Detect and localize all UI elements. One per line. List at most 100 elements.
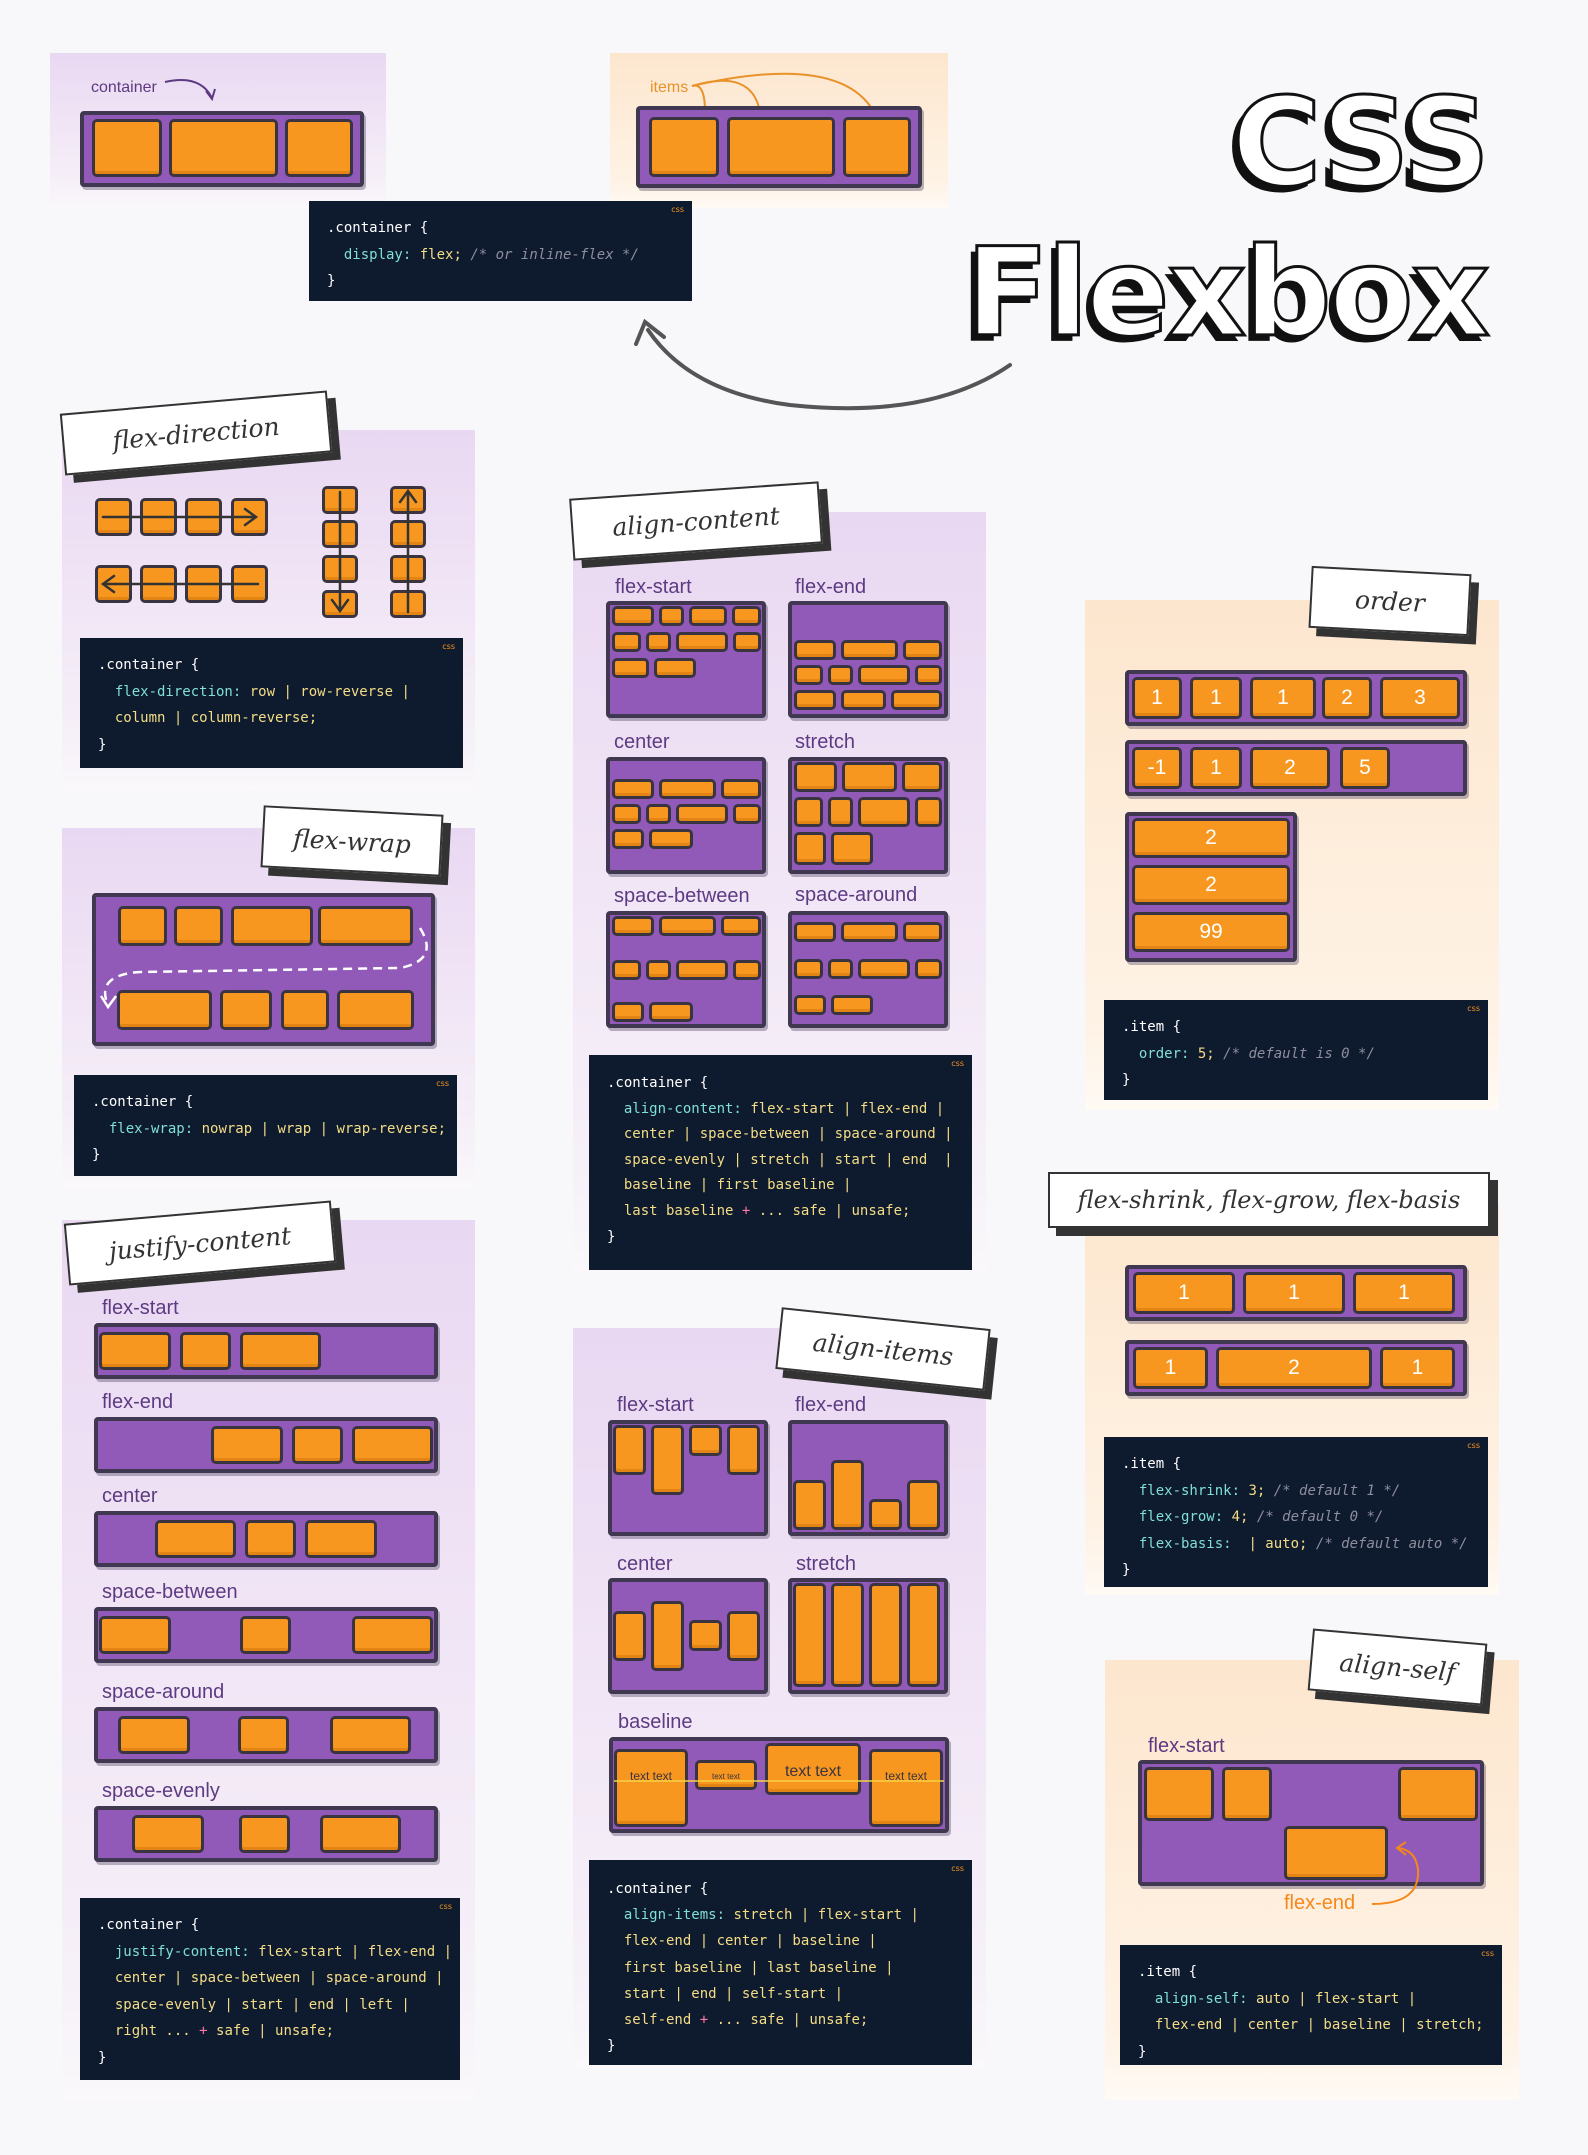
ac-item [612,804,641,824]
fw-item [337,990,414,1030]
jc-item [180,1332,231,1370]
ac-item [831,995,873,1015]
order-code: css .item { order: 5; /* default is 0 */ … [1104,1000,1488,1100]
ai-item [651,1601,684,1671]
align-content-code: css .container { align-content: flex-star… [589,1055,972,1270]
ac-item [646,804,671,824]
jc-item [352,1616,433,1654]
intro-item [843,117,911,177]
align-self-label-end: flex-end [1284,1892,1356,1914]
ac-item [676,960,728,980]
ai-baseline-item: text text [869,1749,943,1827]
ai-item [831,1583,864,1687]
ac-item [612,632,641,652]
fw-item [118,906,167,946]
order-item: 2 [1132,865,1290,905]
jc-label-space-evenly: space-evenly [102,1780,220,1802]
order-heading: order [1308,565,1472,637]
ai-item [613,1611,646,1661]
flex-end-arrow [1371,1841,1420,1905]
flex-wrap-code: css .container { flex-wrap: nowrap | wrap… [74,1075,457,1176]
jc-item [330,1716,411,1754]
ac-label-space-between: space-between [614,885,750,907]
ac-item [659,606,684,626]
ac-item [732,606,761,626]
ac-item [612,779,654,799]
ac-item [915,959,942,979]
align-items-code: css .container { align-items: stretch | f… [589,1860,972,2065]
ac-item [841,690,886,710]
order-item: 2 [1322,677,1372,719]
flex-direction-code: css .container { flex-direction: row | ro… [80,638,463,768]
ac-item [646,960,671,980]
container-label: container [91,79,157,96]
order-item: 1 [1250,677,1316,719]
ac-label-stretch: stretch [795,731,856,753]
fw-item [117,990,212,1030]
ai-item [793,1480,826,1530]
ac-item [721,779,761,799]
title-css: CSS [1230,72,1491,214]
jc-item [320,1815,401,1853]
ac-item [676,804,728,824]
ac-item [858,665,910,685]
ac-item [858,959,910,979]
ai-label-flex-start: flex-start [617,1394,694,1416]
ac-item [828,665,853,685]
jc-item [155,1520,236,1558]
order-item: -1 [1132,747,1182,789]
ac-item [733,804,761,824]
flex-grow-item: 1 [1353,1272,1455,1314]
ac-item [891,690,942,710]
flex-grow-item: 1 [1243,1272,1345,1314]
jc-label-space-between: space-between [102,1581,238,1603]
jc-item [305,1520,377,1558]
jc-item [352,1426,433,1464]
intro-item [285,119,353,177]
align-self-item-flex-end [1284,1826,1388,1880]
ac-item [659,916,716,936]
ac-item [649,1002,693,1022]
order-item: 99 [1132,912,1290,952]
ai-item [907,1480,940,1530]
ac-item [794,690,836,710]
flex-wrap-heading: flex-wrap [260,805,444,877]
ac-item [794,797,823,827]
ac-item [612,1002,644,1022]
ac-item [612,658,649,678]
ac-item [794,640,836,660]
jc-label-center: center [102,1485,158,1507]
jc-label-flex-start: flex-start [102,1297,179,1319]
ai-item [727,1611,760,1661]
ac-item [733,960,761,980]
intro-item [169,119,278,177]
ac-item [915,665,942,685]
ac-item [649,829,693,849]
ai-item [613,1425,646,1475]
ai-baseline-item: text text [695,1760,757,1790]
ai-label-center: center [617,1553,673,1575]
jc-item [240,1616,291,1654]
ac-item [915,797,942,827]
ac-item [794,995,826,1015]
flex-grow-item: 1 [1133,1272,1235,1314]
ac-item [646,632,671,652]
jc-item [132,1815,204,1853]
ai-item [793,1583,826,1687]
ai-item [869,1583,902,1687]
ai-item [869,1499,902,1530]
ac-item [794,959,823,979]
align-self-code: css .item { align-self: auto | flex-start… [1120,1945,1502,2065]
ac-item [733,632,761,652]
jc-label-space-around: space-around [102,1681,225,1703]
jc-item [211,1426,283,1464]
flex-grow-heading: flex-shrink, flex-grow, flex-basis [1048,1172,1490,1228]
ac-item [903,922,942,942]
ac-item [654,658,696,678]
jc-item [239,1815,290,1853]
ai-baseline-item: text text [614,1749,688,1827]
ac-item [794,665,823,685]
jc-item [238,1716,289,1754]
ac-item [831,832,873,865]
ac-item [794,922,836,942]
